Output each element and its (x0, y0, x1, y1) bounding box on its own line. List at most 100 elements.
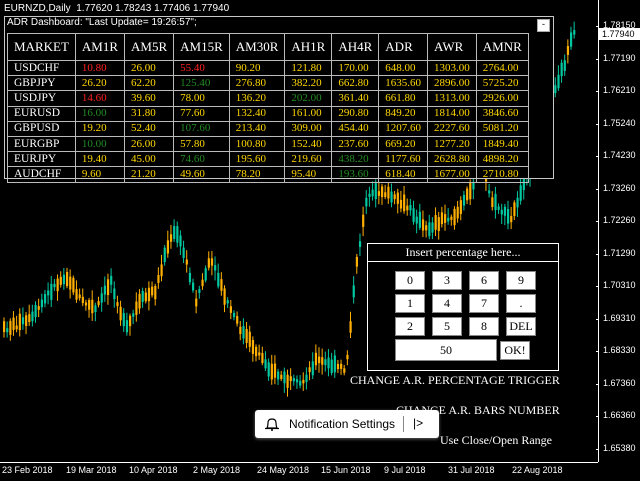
range-value: 1814.00 (427, 105, 477, 122)
candle-body (264, 359, 267, 369)
candle-body (415, 216, 418, 224)
range-value: 95.40 (284, 166, 333, 183)
candle-body (113, 288, 116, 300)
range-value: 2710.80 (475, 166, 529, 183)
table-row: GBPJPY 26.20 62.20 125.40 276.80 382.20 662.80… (7, 75, 529, 92)
range-value: 661.80 (378, 90, 429, 107)
candle-body (406, 205, 409, 211)
market-symbol: GBPUSD (7, 120, 76, 137)
notification-settings-button[interactable]: Notification Settings |> (255, 410, 439, 438)
candle-body (176, 226, 179, 243)
candle-body (232, 312, 236, 318)
range-value: 669.20 (378, 135, 429, 153)
candle-body (53, 283, 56, 288)
candle-body (421, 219, 425, 231)
candle-body (251, 339, 255, 354)
key-9[interactable]: 9 (506, 271, 536, 290)
candle-body (349, 321, 352, 333)
candle-body (214, 265, 217, 271)
price-label: 1.66360 (603, 410, 636, 420)
price-axis: 1.78150 1.77190 1.76210 1.75240 1.74230 1.732… (596, 0, 640, 462)
range-value: 618.40 (378, 166, 429, 183)
range-value: 2926.00 (475, 90, 529, 107)
time-label: 9 Jul 2018 (384, 465, 426, 475)
table-row: USDJPY 14.60 39.60 78.00 136.20 202.00 361.40 6… (7, 90, 529, 107)
candle-body (34, 304, 37, 318)
range-value: 1177.60 (378, 151, 429, 168)
change-percentage-trigger-button[interactable]: CHANGE A.R. PERCENTAGE TRIGGER (350, 373, 560, 388)
key-6[interactable]: 6 (469, 271, 499, 290)
candle-body (314, 352, 318, 366)
candle-body (513, 202, 516, 216)
candle-body (91, 299, 94, 314)
candle-body (362, 214, 365, 227)
range-value: 193.60 (331, 166, 380, 183)
candle-body (295, 379, 299, 383)
range-value: 39.60 (124, 90, 175, 107)
candle-body (469, 182, 472, 200)
candle-body (185, 259, 188, 265)
candle-body (59, 276, 62, 285)
price-label: 1.71290 (603, 247, 636, 258)
candle-body (519, 185, 522, 201)
key-3[interactable]: 3 (432, 271, 462, 290)
price-label: 1.65380 (603, 442, 636, 453)
candle-body (368, 193, 371, 197)
ok-button[interactable]: OK! (500, 341, 530, 360)
range-value: 5725.20 (475, 75, 529, 92)
candle-body (494, 193, 497, 211)
key-2[interactable]: 2 (395, 317, 425, 336)
key-decimal[interactable]: . (506, 294, 536, 313)
range-value: 5081.20 (475, 120, 529, 137)
candle-body (273, 363, 277, 378)
candle-body (110, 275, 113, 285)
candle-body (447, 217, 450, 222)
price-label: 1.68330 (603, 345, 636, 355)
candle-body (151, 286, 154, 296)
key-1[interactable]: 1 (395, 294, 425, 313)
candle-body (31, 311, 34, 322)
key-delete[interactable]: DEL (506, 317, 536, 336)
candle-body (336, 363, 340, 370)
time-axis: 23 Feb 2018 19 Mar 2018 10 Apr 2018 2 May 2… (0, 462, 598, 481)
key-7[interactable]: 7 (469, 294, 499, 313)
candle-body (384, 192, 387, 198)
key-4[interactable]: 4 (432, 294, 462, 313)
candle-body (491, 197, 494, 208)
candle-body (50, 283, 53, 300)
candle-body (223, 288, 226, 305)
percentage-input-panel: Insert percentage here... 0 3 6 9 1 4 7. 2 5 8 DEL… (367, 243, 559, 371)
dashboard-minimize-button[interactable]: - (537, 19, 550, 32)
range-value: 2896.00 (427, 75, 477, 92)
percentage-field[interactable]: 50 (395, 339, 497, 361)
range-value: 202.00 (284, 90, 333, 107)
key-0[interactable]: 0 (395, 271, 425, 290)
table-header-row: MARKET AM1R AM5R AM15R AM30R AH1R AH4R ADR AWR AM… (7, 33, 529, 61)
candle-body (210, 258, 214, 266)
price-tick (596, 91, 599, 92)
candle-body (440, 212, 444, 225)
candle-body (437, 217, 440, 232)
range-value: 290.80 (331, 105, 380, 122)
range-value: 1207.60 (378, 120, 429, 137)
range-value: 57.80 (173, 135, 230, 153)
time-label: 15 Jun 2018 (321, 465, 371, 475)
candle-body (510, 216, 513, 223)
candle-body (377, 191, 381, 196)
candle-body (516, 197, 519, 208)
candle-body (560, 62, 563, 77)
candle-body (166, 240, 169, 254)
price-tick (596, 351, 599, 352)
key-5[interactable]: 5 (432, 317, 462, 336)
price-label: 1.67360 (603, 377, 636, 388)
candle-body (270, 363, 273, 380)
candle-body (179, 235, 182, 247)
key-8[interactable]: 8 (469, 317, 499, 336)
candle-body (138, 293, 141, 309)
range-value: 152.40 (284, 135, 333, 153)
close-open-range-button[interactable]: Use Close/Open Range (440, 433, 552, 448)
candle-body (88, 300, 91, 310)
candle-body (399, 199, 403, 209)
candle-body (147, 287, 151, 302)
table-row: GBPUSD 19.20 52.40 107.60 213.40 309.00 454.40… (7, 120, 529, 137)
